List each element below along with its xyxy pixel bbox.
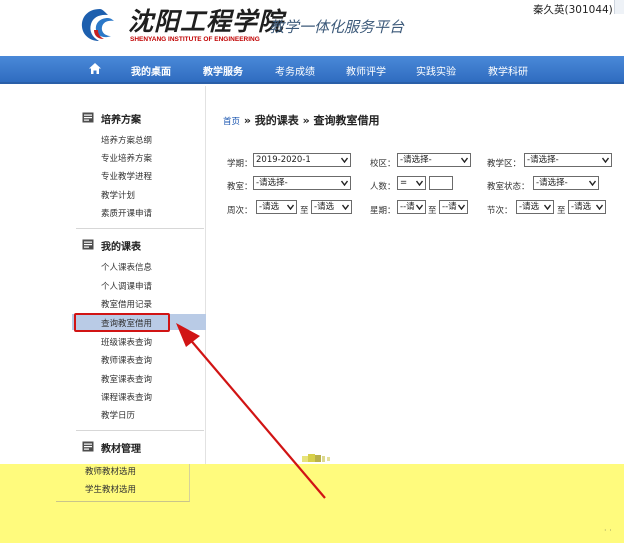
chevron-down-icon [461, 157, 468, 163]
sidebar-item-plan-outline[interactable]: 培养方案总纲 [101, 134, 152, 146]
sidebar: 培养方案 培养方案总纲 专业培养方案 专业教学进程 教学计划 素质开课申请 我的… [56, 86, 206, 506]
divider [76, 430, 204, 431]
chevron-down-icon [342, 204, 349, 210]
breadcrumb: 首页 » 我的课表 » 查询教室借用 [223, 112, 380, 128]
weekday-to-select[interactable]: --请 [439, 200, 468, 214]
room-status-select[interactable]: -请选择- [533, 176, 599, 190]
sidebar-item-borrow-records[interactable]: 教室借用记录 [101, 298, 152, 310]
chevron-down-icon [416, 180, 423, 186]
chevron-down-icon [341, 157, 348, 163]
room-select[interactable]: -请选择- [253, 176, 351, 190]
to-label: 至 [300, 206, 309, 216]
term-label: 学期： [227, 159, 253, 169]
breadcrumb-page: 查询教室借用 [313, 114, 380, 127]
sidebar-item-adjust-request[interactable]: 个人调课申请 [101, 280, 152, 292]
week-from-select[interactable]: -请选 [256, 200, 297, 214]
breadcrumb-sep: » [240, 114, 255, 127]
to-label: 至 [428, 206, 437, 216]
breadcrumb-home[interactable]: 首页 [223, 117, 240, 127]
chevron-down-icon [544, 204, 551, 210]
week-label: 周次： [227, 206, 253, 216]
sidebar-item-student-textbook[interactable]: 学生教材选用 [85, 483, 136, 495]
room-status-label: 教室状态： [487, 182, 530, 192]
overlay-dots: · · [604, 526, 612, 535]
section-title-textbook[interactable]: 教材管理 [101, 440, 141, 455]
window-edge [614, 0, 624, 14]
sidebar-item-major-plan[interactable]: 专业培养方案 [101, 152, 152, 164]
main-content: 首页 » 我的课表 » 查询教室借用 学期： 2019-2020-1 校区： -… [207, 86, 624, 466]
to-label: 至 [557, 206, 566, 216]
sidebar-item-personal-schedule[interactable]: 个人课表信息 [101, 261, 152, 273]
breadcrumb-section: 我的课表 [254, 114, 299, 127]
divider [76, 228, 204, 229]
chevron-down-icon [458, 204, 465, 210]
campus-label: 校区： [370, 159, 396, 169]
sidebar-item-course-schedule[interactable]: 课程课表查询 [101, 391, 152, 403]
sidebar-item-quality-course[interactable]: 素质开课申请 [101, 207, 152, 219]
people-label: 人数： [370, 182, 396, 192]
chevron-down-icon [596, 204, 603, 210]
period-from-select[interactable]: -请选 [516, 200, 554, 214]
nav-my-desktop[interactable]: 我的桌面 [131, 63, 171, 78]
sidebar-item-teaching-plan[interactable]: 教学计划 [101, 189, 135, 201]
sidebar-item-room-schedule[interactable]: 教室课表查询 [101, 373, 152, 385]
document-icon [82, 441, 94, 452]
section-title-my-schedule[interactable]: 我的课表 [101, 238, 141, 253]
nav-exam-grades[interactable]: 考务成绩 [275, 63, 315, 78]
nav-teaching-service[interactable]: 教学服务 [203, 63, 243, 78]
weekday-label: 星期： [370, 206, 396, 216]
user-info[interactable]: 秦久英(301044) [533, 2, 613, 17]
chevron-down-icon [589, 180, 596, 186]
document-icon [82, 112, 94, 123]
nav-research[interactable]: 教学科研 [488, 63, 528, 78]
area-select[interactable]: -请选择- [524, 153, 612, 167]
area-label: 教学区： [487, 159, 522, 169]
chevron-down-icon [287, 204, 294, 210]
room-label: 教室： [227, 182, 253, 192]
sidebar-item-teacher-textbook[interactable]: 教师教材选用 [85, 465, 136, 477]
school-logo-icon [81, 9, 114, 41]
sidebar-item-class-schedule[interactable]: 班级课表查询 [101, 336, 152, 348]
sidebar-item-major-progress[interactable]: 专业教学进程 [101, 170, 152, 182]
chevron-down-icon [416, 204, 423, 210]
nav-teacher-eval[interactable]: 教师评学 [346, 63, 386, 78]
home-icon[interactable] [88, 62, 102, 75]
breadcrumb-sep: » [298, 114, 314, 127]
week-to-select[interactable]: -请选 [311, 200, 352, 214]
people-count-input[interactable] [429, 176, 453, 190]
platform-title: 教学一体化服务平台 [269, 18, 405, 36]
section-title-training-plan[interactable]: 培养方案 [101, 111, 141, 126]
header: 沈阳工程学院 SHENYANG INSTITUTE OF ENGINEERING… [0, 0, 624, 56]
chevron-down-icon [602, 157, 609, 163]
people-operator-select[interactable]: = [397, 176, 426, 190]
chevron-down-icon [341, 180, 348, 186]
period-label: 节次： [487, 206, 513, 216]
red-highlight-box [74, 313, 170, 332]
weekday-from-select[interactable]: --请 [397, 200, 426, 214]
term-select[interactable]: 2019-2020-1 [253, 153, 351, 167]
main-nav: 我的桌面 教学服务 考务成绩 教师评学 实践实验 教学科研 [0, 56, 624, 84]
screenshot-stage: 沈阳工程学院 SHENYANG INSTITUTE OF ENGINEERING… [0, 0, 624, 543]
school-name-cn: 沈阳工程学院 [128, 7, 285, 36]
campus-select[interactable]: -请选择- [397, 153, 471, 167]
sidebar-item-calendar[interactable]: 教学日历 [101, 409, 135, 421]
blur-artifact [302, 454, 330, 462]
nav-practice-lab[interactable]: 实践实验 [416, 63, 456, 78]
document-icon [82, 239, 94, 250]
school-name-en: SHENYANG INSTITUTE OF ENGINEERING [130, 36, 260, 43]
period-to-select[interactable]: -请选 [568, 200, 606, 214]
sidebar-item-teacher-schedule[interactable]: 教师课表查询 [101, 354, 152, 366]
